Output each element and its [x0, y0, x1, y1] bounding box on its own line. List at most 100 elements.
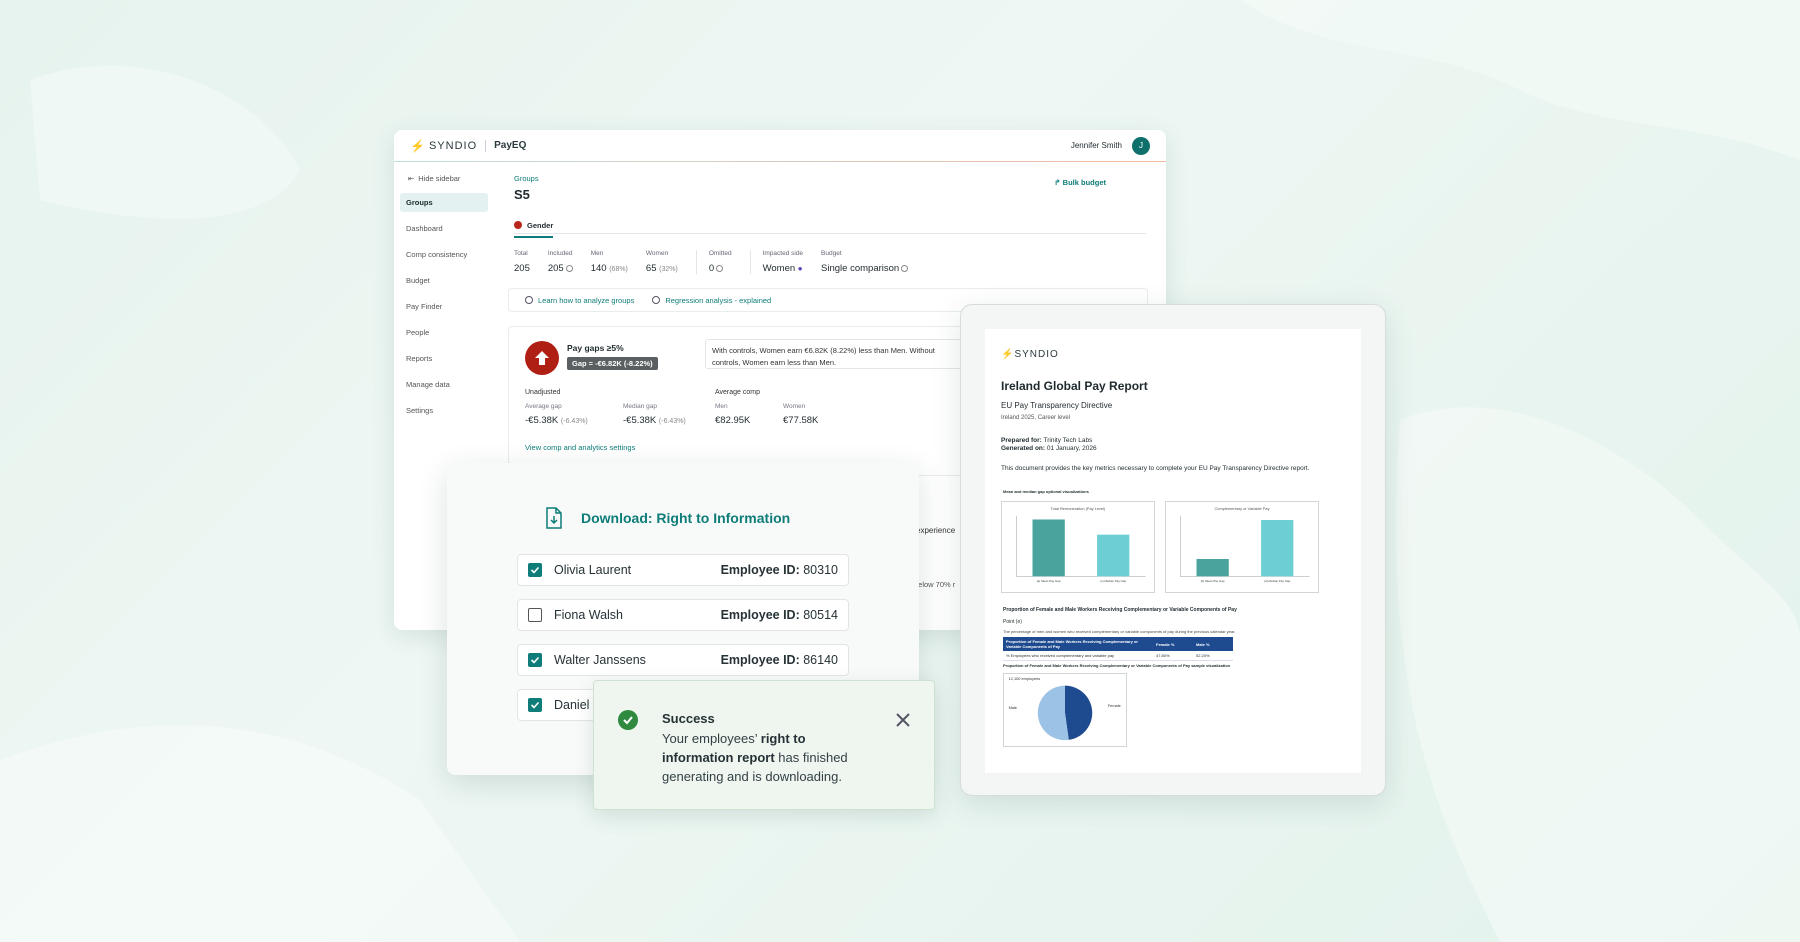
sidebar-item-budget[interactable]: Budget	[400, 271, 488, 290]
file-download-icon	[546, 507, 562, 529]
tick-label: (c) Median Pay Gap	[1100, 579, 1126, 583]
check-icon	[530, 656, 540, 664]
help-icon[interactable]	[565, 264, 573, 272]
avatar[interactable]: J	[1132, 136, 1150, 155]
breadcrumb[interactable]: Groups	[514, 174, 1146, 183]
bolt-icon: ⚡	[410, 138, 426, 153]
share-arrow-icon: ↱	[1054, 178, 1063, 187]
pie-slice	[1037, 685, 1069, 741]
stat-value: Women	[762, 263, 796, 274]
employee-row[interactable]: Olivia Laurent Employee ID: 80310	[517, 554, 849, 586]
learn-analyze-link[interactable]: Learn how to analyze groups	[525, 295, 635, 305]
collapse-icon: ⇤	[408, 174, 415, 183]
stat-label: Women	[645, 250, 669, 257]
report-meta: Prepared for: Trinity Tech Labs Generate…	[1001, 437, 1097, 453]
product-name: PayEQ	[494, 140, 527, 151]
table-header: Female %	[1153, 637, 1193, 651]
user-name: Jennifer Smith	[1070, 141, 1122, 150]
checkbox-unchecked[interactable]	[528, 608, 542, 622]
table-cell: 52.20%	[1193, 651, 1233, 661]
report-scope: Ireland 2025, Career level	[1001, 415, 1071, 421]
pie-chart-pay-components: 12,100 employees Male Female	[1003, 673, 1127, 747]
chart-bar	[1261, 520, 1294, 577]
sidebar-item-comp-consistency[interactable]: Comp consistency	[400, 245, 488, 264]
hide-sidebar-button[interactable]: ⇤ Hide sidebar	[400, 170, 488, 193]
sidebar-item-pay-finder[interactable]: Pay Finder	[400, 297, 488, 316]
id-label: Employee ID:	[720, 563, 800, 577]
bolt-icon: ⚡	[1001, 349, 1015, 360]
stat-value: 205	[547, 263, 564, 274]
stat-label: Impacted side	[762, 250, 804, 257]
id-value: 80310	[803, 563, 838, 577]
report-title: Ireland Global Pay Report	[1001, 379, 1148, 393]
gap-badge: Gap = -€6.82K (-8.22%)	[567, 357, 658, 370]
view-settings-link[interactable]: View comp and analytics settings	[525, 443, 635, 452]
stat-included: Included 205	[548, 250, 591, 274]
table-cell: 47.80%	[1153, 651, 1193, 661]
sidebar-item-reports[interactable]: Reports	[400, 349, 488, 368]
report-section-title: Proportion of Female and Male Workers Re…	[1003, 607, 1237, 613]
median-gap-label: Median gap	[623, 403, 657, 410]
report-subtitle: EU Pay Transparency Directive	[1001, 401, 1113, 410]
bulk-budget-label: Bulk budget	[1062, 178, 1106, 187]
bar-chart-total-remuneration: Total Remuneration (Pay Level) (a) Mean …	[1001, 501, 1155, 593]
checkbox-checked[interactable]	[528, 563, 542, 577]
pie-caption: 12,100 employees	[1009, 676, 1041, 681]
stat-value: Single comparison	[821, 263, 900, 274]
bar-chart-variable-pay: Complementary or Variable Pay (b) Mean P…	[1165, 501, 1319, 593]
sidebar-item-settings[interactable]: Settings	[400, 401, 488, 420]
report-preview-tablet: ⚡SYNDIO Ireland Global Pay Report EU Pay…	[960, 304, 1386, 796]
meta-label: Generated on:	[1001, 445, 1046, 452]
gap-note: With controls, Women earn €6.82K (8.22%)…	[705, 339, 965, 369]
group-stats: Total 205 Included 205 Men 140 (68%) Wom…	[514, 250, 1146, 274]
arrow-up-icon	[525, 341, 559, 375]
checkbox-checked[interactable]	[528, 698, 542, 712]
employee-name: Daniel	[554, 698, 590, 712]
sidebar-item-dashboard[interactable]: Dashboard	[400, 219, 488, 238]
close-icon[interactable]	[894, 711, 912, 729]
syndio-logo[interactable]: ⚡ SYNDIO	[410, 139, 477, 153]
play-icon	[525, 295, 533, 304]
user-menu[interactable]: Jennifer Smith J	[1070, 136, 1150, 155]
employee-name: Fiona Walsh	[554, 608, 624, 622]
alert-dot-icon	[514, 221, 522, 229]
help-icon[interactable]	[716, 264, 724, 272]
stat-value: 140	[590, 263, 607, 274]
sidebar-item-manage-data[interactable]: Manage data	[400, 375, 488, 394]
employee-name: Walter Janssens	[554, 653, 646, 667]
employee-row[interactable]: Walter Janssens Employee ID: 86140	[517, 644, 849, 676]
stat-label: Total	[514, 250, 528, 257]
chart-bar	[1196, 559, 1229, 577]
chart-title: Complementary or Variable Pay	[1214, 506, 1269, 511]
tab-gender[interactable]: Gender	[514, 220, 554, 238]
gap-title: Pay gaps ≥5%	[567, 343, 624, 353]
meta-value: Trinity Tech Labs	[1043, 437, 1093, 444]
sidebar-item-people[interactable]: People	[400, 323, 488, 342]
checkbox-checked[interactable]	[528, 653, 542, 667]
stat-value: 65	[645, 263, 657, 274]
link-label: Learn how to analyze groups	[538, 295, 635, 305]
success-toast: Success Your employees’ right to informa…	[593, 680, 935, 810]
help-icon[interactable]	[901, 264, 909, 272]
avg-gap-label: Average gap	[525, 403, 562, 410]
pie-label-male: Male	[1009, 705, 1017, 710]
toast-message: Your employees’ right to information rep…	[662, 729, 862, 786]
report-logo: ⚡SYNDIO	[1001, 349, 1059, 360]
report-table: Proportion of Female and Male Workers Re…	[1003, 637, 1233, 661]
avg-gap-value: -€5.38K (-6.43%)	[525, 415, 588, 426]
chart-bar	[1097, 534, 1130, 577]
sidebar-item-groups[interactable]: Groups	[400, 193, 488, 212]
employee-row[interactable]: Fiona Walsh Employee ID: 80514	[517, 599, 849, 631]
value: -€5.38K	[525, 415, 559, 426]
regression-link[interactable]: Regression analysis - explained	[652, 295, 771, 305]
table-header: Proportion of Female and Male Workers Re…	[1003, 637, 1153, 651]
divider	[485, 139, 487, 152]
bulk-budget-button[interactable]: ↱ Bulk budget	[1054, 178, 1106, 187]
tick-label: (b) Mean Pay Gap	[1201, 579, 1225, 583]
check-icon	[530, 566, 540, 574]
meta-value: 01 January, 2026	[1046, 445, 1097, 452]
pct: (-6.43%)	[658, 418, 686, 425]
stat-budget: Budget Single comparison	[821, 250, 926, 274]
report-paragraph: The percentage of men and women who rece…	[1003, 629, 1236, 634]
play-icon	[652, 295, 661, 304]
